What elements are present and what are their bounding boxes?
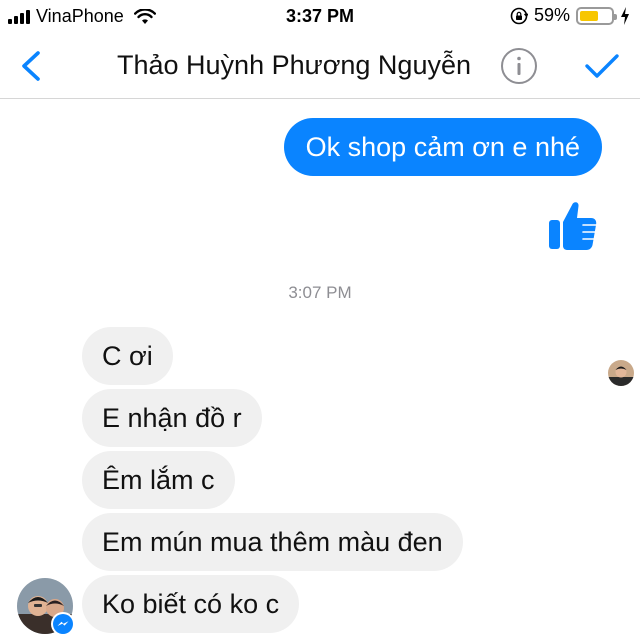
sender-avatar[interactable] — [17, 578, 75, 636]
incoming-message-bubble[interactable]: Em mún mua thêm màu đen — [82, 513, 463, 571]
status-right: 59% — [510, 5, 630, 26]
incoming-message-bubble[interactable]: Êm lắm c — [82, 451, 235, 509]
incoming-message-bubble[interactable]: Ko biết có ko c — [82, 575, 300, 633]
orientation-lock-icon — [510, 7, 528, 24]
info-icon[interactable] — [500, 47, 538, 85]
message-timestamp: 3:07 PM — [288, 283, 352, 302]
read-receipt-avatar — [608, 360, 634, 386]
incoming-message-bubble[interactable]: E nhận đồ r — [82, 389, 262, 447]
battery-level-fill — [580, 10, 598, 21]
incoming-message-bubble[interactable]: C ơi — [82, 327, 173, 385]
thumbs-up-icon[interactable] — [545, 195, 603, 253]
battery-icon — [576, 6, 617, 25]
battery-tip — [614, 13, 617, 20]
outgoing-message-bubble[interactable]: Ok shop cảm ơn e nhé — [283, 118, 602, 176]
messenger-badge-icon — [51, 612, 75, 636]
charging-bolt-icon — [621, 6, 629, 25]
status-bar: VinaPhone 3:37 PM 59% — [0, 0, 640, 34]
battery-percent: 59% — [533, 5, 570, 25]
avatar-photo-icon — [608, 360, 634, 386]
conversation-header: Thảo Huỳnh Phương Nguyễn — [0, 34, 640, 99]
checkmark-icon[interactable] — [582, 48, 622, 84]
